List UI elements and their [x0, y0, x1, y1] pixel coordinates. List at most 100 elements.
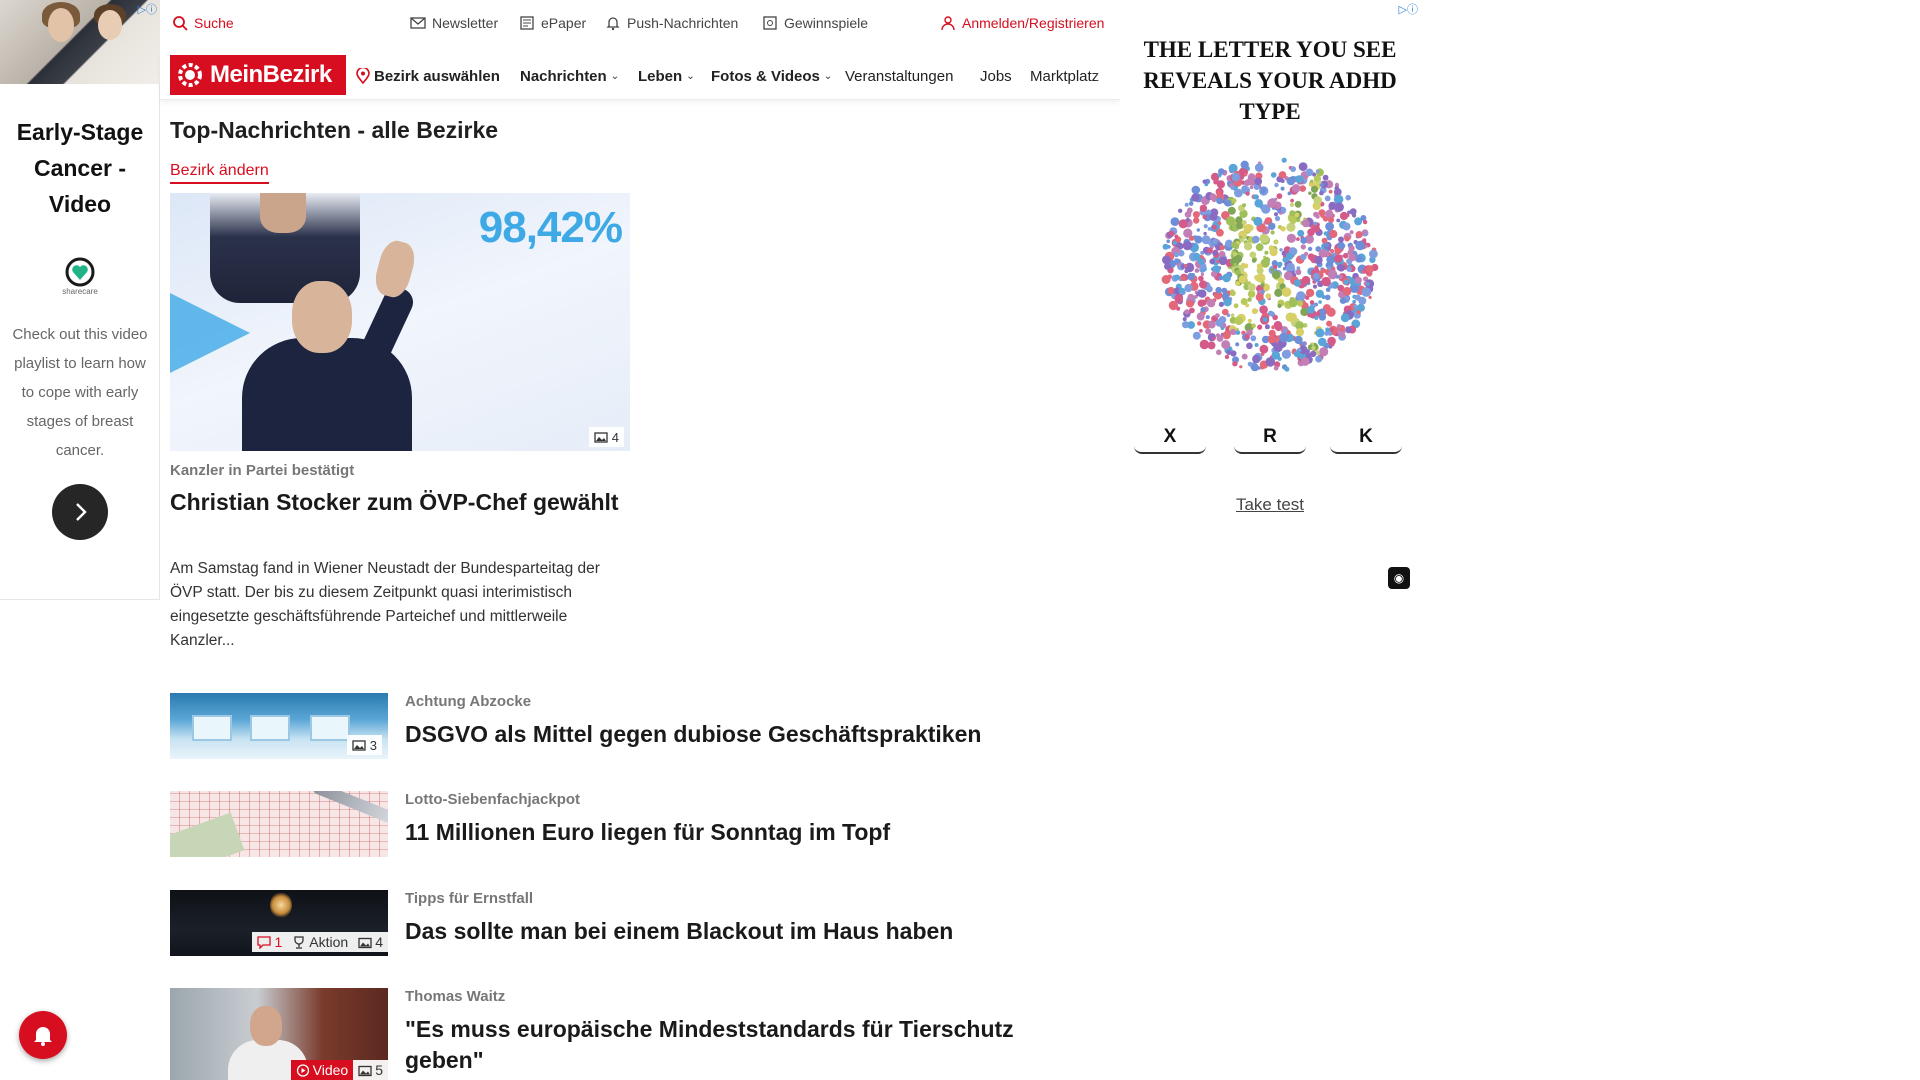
plate-dot [1184, 309, 1190, 315]
take-test-link[interactable]: Take test [1120, 495, 1420, 515]
push-notifications-link[interactable]: Push-Nachrichten [605, 14, 738, 32]
search-link[interactable]: Suche [172, 14, 234, 32]
article-thumbnail[interactable] [170, 791, 388, 857]
plate-dot [1291, 184, 1301, 193]
plate-dot [1294, 335, 1303, 345]
plate-dot [1262, 317, 1268, 322]
left-ad-banner[interactable]: ▷ⓘ Early-Stage Cancer - Video sharecare … [0, 0, 160, 600]
article-headline[interactable]: DSGVO als Mittel gegen dubiose Geschäfts… [405, 719, 1045, 750]
article-headline[interactable]: Das sollte man bei einem Blackout im Hau… [405, 916, 1045, 947]
plate-dot [1323, 231, 1328, 236]
newsletter-link[interactable]: Newsletter [410, 14, 498, 32]
hero-teaser: Am Samstag fand in Wiener Neustadt der B… [170, 560, 600, 649]
search-icon [173, 16, 188, 31]
plate-dot [1162, 243, 1169, 250]
plate-dot [1326, 320, 1333, 327]
hero-image[interactable]: 98,42% 4 [170, 193, 630, 451]
plate-dot [1352, 299, 1357, 304]
plate-dot [1222, 331, 1231, 340]
plate-dot [1365, 265, 1374, 274]
plate-dot [1166, 239, 1170, 244]
option-k-button[interactable]: K [1330, 420, 1402, 454]
main-navigation: MeinBezirk Bezirk auswählen Nachrichten ⌄… [160, 52, 1120, 100]
plate-dot [1242, 220, 1247, 225]
plate-dot [1183, 228, 1193, 238]
plate-dot [1215, 313, 1220, 318]
plate-dot [1281, 349, 1291, 359]
plate-dot [1242, 203, 1246, 208]
plate-dot [1340, 313, 1350, 323]
article-headline[interactable]: 11 Millionen Euro liegen für Sonntag im … [405, 817, 1045, 848]
ad-next-button[interactable] [52, 484, 108, 540]
adchoices-icon[interactable]: ▷ⓘ [138, 1, 157, 17]
nav-item-leben[interactable]: Leben ⌄ [638, 66, 695, 86]
plate-dot [1268, 245, 1275, 251]
plate-dot [1348, 253, 1357, 262]
plate-dot [1241, 353, 1248, 360]
article-thumbnail[interactable]: 3 [170, 693, 388, 759]
brand-logo[interactable]: MeinBezirk [170, 55, 346, 95]
adchoices-icon[interactable]: ▷ⓘ [1399, 1, 1418, 17]
plate-dot [1234, 316, 1244, 326]
district-select[interactable]: Bezirk auswählen [356, 66, 500, 86]
hero-image-percentage: 98,42% [478, 203, 623, 252]
option-r-button[interactable]: R [1234, 420, 1306, 454]
plate-dot [1334, 254, 1343, 263]
plate-dot [1362, 219, 1368, 225]
nav-item-veranstaltungen[interactable]: Veranstaltungen [845, 66, 953, 86]
plate-dot [1300, 237, 1308, 244]
plate-dot [1315, 328, 1325, 338]
plate-dot [1285, 252, 1294, 260]
plate-dot [1240, 160, 1249, 169]
plate-dot [1314, 255, 1323, 265]
plate-dot [1342, 286, 1352, 296]
nav-item-fotos-videos[interactable]: Fotos & Videos ⌄ [711, 66, 832, 86]
plate-dot [1184, 202, 1189, 207]
plate-dot [1259, 344, 1269, 354]
login-link[interactable]: Anmelden/Registrieren [940, 14, 1104, 32]
change-district-link[interactable]: Bezirk ändern [170, 162, 269, 184]
plate-dot [1197, 321, 1202, 326]
plate-dot [1207, 247, 1213, 254]
plate-dot [1212, 238, 1218, 244]
plate-dot [1167, 274, 1172, 279]
contests-link[interactable]: Gewinnspiele [762, 14, 868, 32]
hero-headline[interactable]: Christian Stocker zum ÖVP-Chef gewählt [170, 487, 630, 518]
nav-item-marktplatz[interactable]: Marktplatz [1030, 66, 1120, 86]
plate-dot [1206, 299, 1216, 308]
nav-item-jobs[interactable]: Jobs [980, 66, 1012, 86]
plate-dot [1241, 262, 1245, 267]
epaper-link[interactable]: ePaper [519, 14, 586, 32]
plate-dot [1234, 188, 1243, 198]
plate-dot [1305, 288, 1315, 298]
plate-dot [1205, 328, 1212, 335]
article-thumbnail[interactable]: Video 5 [170, 988, 388, 1080]
push-notification-button[interactable] [19, 1011, 67, 1059]
right-ad-banner[interactable]: ▷ⓘ THE LETTER YOU SEE REVEALS YOUR ADHD … [1120, 0, 1420, 600]
article-headline[interactable]: "Es muss europäische Mindeststandards fü… [405, 1014, 1045, 1076]
plate-dot [1230, 313, 1235, 318]
plate-dot [1324, 195, 1331, 202]
plate-dot [1346, 266, 1352, 272]
ad-headline[interactable]: Early-Stage Cancer - Video [0, 114, 160, 222]
ad-photo[interactable] [0, 0, 160, 84]
plate-dot [1174, 274, 1180, 280]
plate-dot [1282, 266, 1287, 271]
plate-dot [1277, 209, 1282, 214]
plate-dot [1254, 343, 1259, 347]
action-badge: Aktion [287, 932, 354, 952]
plate-dot [1270, 230, 1275, 235]
plate-dot [1295, 175, 1304, 184]
option-x-button[interactable]: X [1134, 420, 1206, 454]
nav-item-nachrichten[interactable]: Nachrichten ⌄ [520, 66, 619, 86]
plate-dot [1184, 284, 1193, 293]
plate-dot [1293, 279, 1302, 287]
plate-dot [1290, 166, 1296, 172]
plate-dot [1251, 258, 1257, 263]
plate-dot [1261, 235, 1270, 243]
chevron-down-icon: ⌄ [610, 70, 620, 82]
ad-headline[interactable]: THE LETTER YOU SEE REVEALS YOUR ADHD TYP… [1120, 34, 1420, 127]
plate-dot [1253, 216, 1263, 226]
article-thumbnail[interactable]: 1 Aktion 4 [170, 890, 388, 956]
plate-dot [1315, 289, 1324, 298]
